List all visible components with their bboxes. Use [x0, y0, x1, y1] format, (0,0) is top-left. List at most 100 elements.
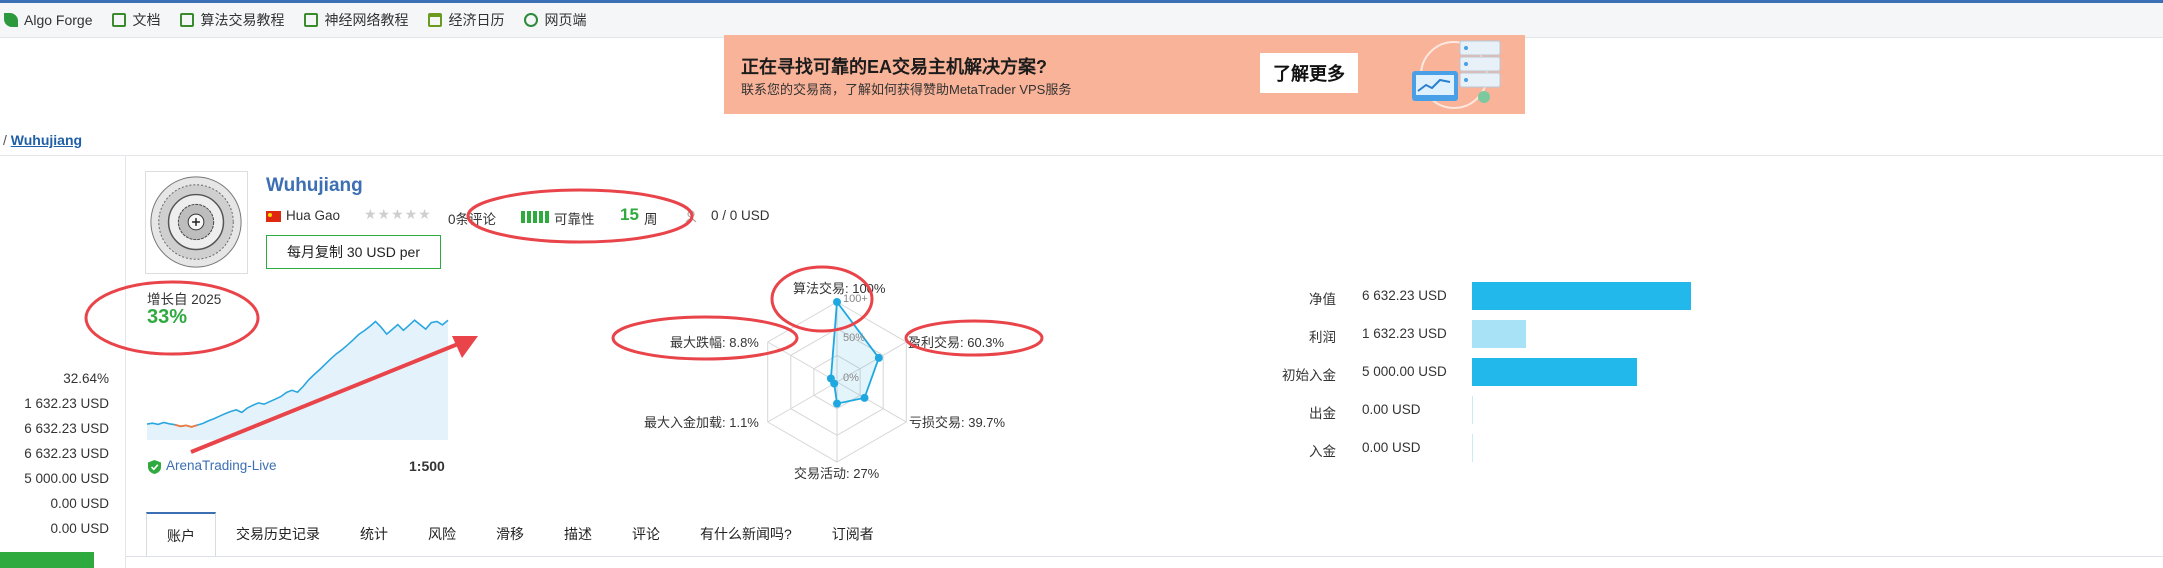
bookmark-algo-tutorial[interactable]: 算法交易教程: [180, 10, 284, 30]
bookmark-label: Algo Forge: [24, 12, 93, 28]
tab-news[interactable]: 有什么新闻吗?: [680, 512, 812, 557]
breadcrumb: / Wuhujiang: [3, 132, 82, 148]
breadcrumb-current-link[interactable]: Wuhujiang: [11, 132, 82, 148]
document-icon: [180, 13, 195, 27]
metric-label-deposits: 入金: [1309, 444, 1336, 459]
green-action-bar[interactable]: [0, 552, 94, 568]
radar-point-3: [833, 399, 841, 408]
reliability-label: 可靠性: [554, 212, 595, 227]
bookmark-label: 神经网络教程: [324, 12, 409, 28]
radar-label-deposit-load: 最大入金加载: 1.1%: [644, 415, 759, 430]
author-name[interactable]: Hua Gao: [286, 208, 340, 223]
bookmark-web[interactable]: 网页端: [524, 10, 586, 30]
document-icon: [304, 13, 319, 27]
tab-trade-history[interactable]: 交易历史记录: [216, 512, 340, 557]
left-value: 1 632.23 USD: [24, 396, 109, 411]
left-value: 0.00 USD: [50, 496, 109, 511]
left-value: 6 632.23 USD: [24, 421, 109, 436]
bookmark-label: 网页端: [544, 12, 587, 28]
section-divider: [0, 155, 2163, 156]
server-illustration-icon: [1412, 40, 1501, 109]
left-value: 32.64%: [63, 371, 109, 386]
radar-label-loss: 亏损交易: 39.7%: [909, 415, 1006, 430]
bookmark-label: 经济日历: [448, 12, 505, 28]
metric-bar-deposits: [1472, 434, 1473, 462]
weeks-label: 周: [644, 212, 658, 227]
bookmark-nn-tutorial[interactable]: 神经网络教程: [304, 10, 408, 30]
tabs-underline: [126, 556, 2163, 557]
banner-title: 正在寻找可靠的EA交易主机解决方案?: [741, 57, 1047, 77]
copy-subscribe-button[interactable]: 每月复制 30 USD per: [266, 235, 441, 269]
left-panel-divider: [125, 156, 126, 568]
calendar-icon: [428, 13, 443, 27]
growth-sparkline[interactable]: [145, 300, 450, 440]
metric-label-initial-deposit: 初始入金: [1282, 368, 1336, 383]
radar-label-activity: 交易活动: 27%: [794, 466, 880, 481]
tab-description[interactable]: 描述: [544, 512, 612, 557]
radar-point-0: [833, 298, 841, 306]
tab-slippage[interactable]: 滑移: [476, 512, 544, 557]
radar-label-profit: 盈利交易: 60.3%: [908, 335, 1005, 350]
banner-subtitle: 联系您的交易商，了解如何获得赞助MetaTrader VPS服务: [741, 82, 1072, 97]
signal-name[interactable]: Wuhujiang: [266, 175, 363, 197]
sparkline-area: [147, 320, 448, 440]
left-value: 5 000.00 USD: [24, 471, 109, 486]
metric-value-profit: 1 632.23 USD: [1362, 326, 1447, 341]
tab-risks[interactable]: 风险: [408, 512, 476, 557]
avatar[interactable]: [145, 171, 248, 274]
bookmark-docs[interactable]: 文档: [112, 10, 160, 30]
vps-banner[interactable]: 正在寻找可靠的EA交易主机解决方案? 联系您的交易商，了解如何获得赞助MetaT…: [724, 35, 1525, 114]
radar-point-1: [874, 353, 883, 362]
left-value: 6 632.23 USD: [24, 446, 109, 461]
radar-label-algo: 算法交易: 100%: [793, 281, 886, 296]
leverage-value: 1:500: [409, 458, 445, 474]
reliability-bars-icon: [521, 211, 551, 223]
radar-tick: 0%: [843, 372, 859, 384]
metric-value-equity: 6 632.23 USD: [1362, 288, 1447, 303]
radar-point-5: [826, 374, 835, 383]
radar-label-drawdown: 最大跌幅: 8.8%: [670, 335, 759, 350]
bookmark-calendar[interactable]: 经济日历: [428, 10, 504, 30]
tab-reviews[interactable]: 评论: [612, 512, 680, 557]
metric-label-equity: 净值: [1309, 292, 1336, 307]
learn-more-button[interactable]: 了解更多: [1260, 53, 1358, 93]
bookmark-label: 文档: [132, 12, 161, 28]
radar-spoke-5: [767, 341, 838, 383]
bookmark-algo-forge[interactable]: Algo Forge: [4, 12, 92, 28]
metric-bar-profit: [1472, 320, 1526, 348]
radar-tick: 50%: [843, 332, 866, 344]
metric-value-withdrawals: 0.00 USD: [1362, 402, 1421, 417]
metric-value-deposits: 0.00 USD: [1362, 440, 1421, 455]
annotation-arrow-head: [452, 336, 478, 358]
radar-chart: 算法交易: 100% 盈利交易: 60.3% 亏损交易: 39.7% 交易活动:…: [600, 270, 1060, 485]
left-summary-values: 32.64% 1 632.23 USD 6 632.23 USD 6 632.2…: [24, 366, 109, 541]
metric-value-initial-deposit: 5 000.00 USD: [1362, 364, 1447, 379]
china-flag-icon: [266, 211, 281, 222]
leaf-icon: [4, 13, 18, 27]
globe-icon: [524, 13, 539, 27]
tab-subscribers[interactable]: 订阅者: [812, 512, 894, 557]
tab-account[interactable]: 账户: [146, 512, 216, 557]
broker-name[interactable]: ArenaTrading-Live: [166, 458, 277, 473]
metric-label-withdrawals: 出金: [1309, 406, 1336, 421]
metric-bar-initial-deposit: [1472, 358, 1637, 386]
bookmark-label: 算法交易教程: [200, 12, 285, 28]
breadcrumb-separator: /: [3, 132, 7, 148]
shield-check-icon: [148, 460, 161, 474]
reviews-link[interactable]: 0条评论: [448, 208, 496, 228]
subscribers-value: 0 / 0 USD: [711, 208, 770, 223]
metric-label-profit: 利润: [1309, 330, 1336, 345]
metric-bar-withdrawals: [1472, 396, 1473, 424]
left-value: 0.00 USD: [50, 521, 109, 536]
radar-plot: [767, 298, 907, 463]
signal-tabs: 账户 交易历史记录 统计 风险 滑移 描述 评论 有什么新闻吗? 订阅者: [146, 512, 894, 557]
radar-spoke-4: [767, 381, 838, 423]
radar-series-shape: [829, 299, 880, 405]
weeks-value: 15: [620, 205, 639, 224]
metric-bar-equity: [1472, 282, 1691, 310]
radar-point-2: [860, 393, 869, 402]
document-icon: [112, 13, 127, 27]
radar-tick: 100+: [843, 293, 868, 305]
tab-statistics[interactable]: 统计: [340, 512, 408, 557]
rating-stars-icon: ★★★★★: [364, 206, 432, 222]
